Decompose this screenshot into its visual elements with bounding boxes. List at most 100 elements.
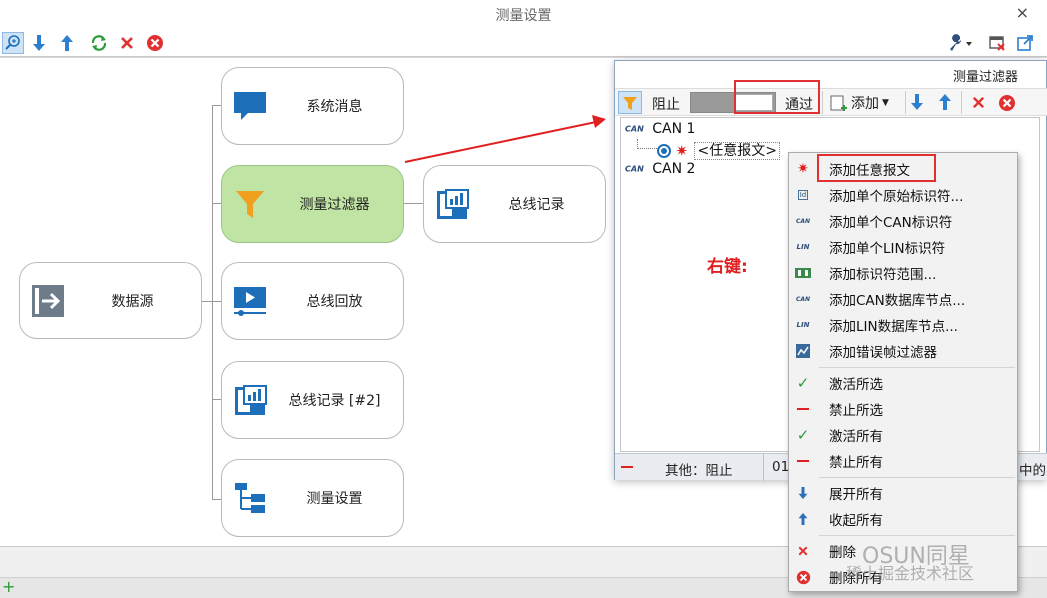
connector-line xyxy=(403,203,424,204)
lin-icon: LIN xyxy=(796,321,810,329)
node-system-messages[interactable]: 系统消息 xyxy=(221,67,404,145)
menu-item-add-error-frame-filter[interactable]: 添加错误帧过滤器 xyxy=(789,339,1017,363)
add-icon[interactable]: + xyxy=(2,579,15,595)
tree-icon xyxy=(232,480,268,516)
add-dropdown-button[interactable]: 添加 ▼ xyxy=(829,92,901,114)
context-menu: ✷ 添加任意报文 Id 添加单个原始标识符... CAN 添加单个CAN标识符 … xyxy=(788,152,1018,592)
node-label: 总线记录 xyxy=(508,197,565,213)
can-icon: CAN xyxy=(625,164,644,174)
bus-logging-icon xyxy=(232,382,268,418)
tree-label: <任意报文> xyxy=(694,142,780,160)
chevron-down-icon: ▼ xyxy=(882,98,889,108)
tree-item-any-message[interactable]: ✷ <任意报文> xyxy=(657,140,780,160)
toolbar-divider xyxy=(822,91,823,114)
status-code: 01 xyxy=(772,459,790,475)
add-item-icon xyxy=(830,95,847,111)
menu-item-add-lin-db-node[interactable]: LIN 添加LIN数据库节点... xyxy=(789,313,1017,337)
main-toolbar xyxy=(0,29,1047,57)
lin-icon: LIN xyxy=(796,243,810,251)
status-text: 其他：阻止 xyxy=(665,463,733,479)
minus-icon xyxy=(793,399,813,419)
node-measurement-filter[interactable]: 测量过滤器 xyxy=(221,165,404,243)
can-icon: CAN xyxy=(625,124,644,134)
node-measurement-setup[interactable]: 测量设置 xyxy=(221,459,404,537)
node-datasource[interactable]: 数据源 xyxy=(19,262,202,339)
node-label: 测量过滤器 xyxy=(299,197,370,213)
move-down-button[interactable] xyxy=(28,32,50,54)
tree-item-can2[interactable]: CAN CAN 2 xyxy=(625,161,695,177)
message-icon xyxy=(232,88,268,124)
refresh-button[interactable] xyxy=(88,32,110,54)
can-icon: CAN xyxy=(795,217,811,225)
filter-icon xyxy=(232,186,268,222)
move-down-button[interactable] xyxy=(909,93,925,115)
tree-item-can1[interactable]: CAN CAN 1 xyxy=(625,121,695,137)
annotation-right-click: 右键: xyxy=(707,257,748,277)
dialog-title: 测量过滤器 xyxy=(952,70,1018,85)
error-frame-icon xyxy=(793,341,813,361)
datasource-icon xyxy=(30,283,66,319)
node-bus-replay[interactable]: 总线回放 xyxy=(221,262,404,340)
move-up-button[interactable] xyxy=(937,93,953,115)
block-label[interactable]: 阻止 xyxy=(652,94,680,114)
menu-item-collapse-all[interactable]: 收起所有 xyxy=(789,507,1017,531)
arrow-down-icon xyxy=(911,94,923,110)
filter-icon[interactable] xyxy=(618,91,642,114)
menu-item-add-can-id[interactable]: CAN 添加单个CAN标识符 xyxy=(789,209,1017,233)
menu-item-add-raw-id[interactable]: Id 添加单个原始标识符... xyxy=(789,183,1017,207)
menu-separator xyxy=(819,477,1015,478)
arrow-down-icon xyxy=(33,35,45,51)
tree-connector xyxy=(637,148,657,149)
window-close-icon[interactable] xyxy=(986,32,1008,54)
wrench-icon xyxy=(950,34,972,51)
window-close-button[interactable]: × xyxy=(1016,3,1029,22)
delete-button[interactable] xyxy=(971,95,986,114)
delete-icon xyxy=(121,37,133,49)
delete-icon xyxy=(972,96,985,109)
menu-item-add-lin-id[interactable]: LIN 添加单个LIN标识符 xyxy=(789,235,1017,259)
menu-item-expand-all[interactable]: 展开所有 xyxy=(789,481,1017,505)
window-titlebar: 测量设置 × xyxy=(0,0,1047,29)
id-icon: Id xyxy=(797,190,809,200)
window-title: 测量设置 xyxy=(495,8,552,24)
toolbar-divider xyxy=(961,91,962,114)
tree-label: CAN 2 xyxy=(652,161,696,177)
highlight-box xyxy=(734,80,820,114)
arrow-up-icon xyxy=(939,94,951,110)
node-label: 测量设置 xyxy=(306,491,363,507)
refresh-icon xyxy=(91,35,107,51)
menu-item-add-can-db-node[interactable]: CAN 添加CAN数据库节点... xyxy=(789,287,1017,311)
menu-item-disable-all[interactable]: 禁止所有 xyxy=(789,449,1017,473)
menu-item-activate-selected[interactable]: ✓ 激活所选 xyxy=(789,371,1017,395)
delete-all-button[interactable] xyxy=(998,94,1016,116)
delete-all-button[interactable] xyxy=(144,32,166,54)
menu-item-activate-all[interactable]: ✓ 激活所有 xyxy=(789,423,1017,447)
dialog-toolbar: 阻止 通过 添加 ▼ xyxy=(615,88,1047,116)
can-icon: CAN xyxy=(795,295,811,303)
bus-logging-icon xyxy=(434,186,470,222)
node-label: 系统消息 xyxy=(306,99,363,115)
delete-all-icon xyxy=(793,567,813,587)
watermark: 稀土掘金技术社区 xyxy=(846,564,975,583)
arrow-up-icon xyxy=(61,35,73,51)
minus-icon xyxy=(793,451,813,471)
radio-icon[interactable] xyxy=(657,144,671,158)
delete-button[interactable] xyxy=(116,32,138,54)
menu-item-disable-selected[interactable]: 禁止所选 xyxy=(789,397,1017,421)
delete-all-icon xyxy=(999,95,1015,111)
move-up-button[interactable] xyxy=(56,32,78,54)
tree-label: CAN 1 xyxy=(652,121,696,137)
check-icon: ✓ xyxy=(796,374,810,392)
zoom-icon[interactable] xyxy=(2,32,24,54)
replay-icon xyxy=(232,283,268,319)
export-icon[interactable] xyxy=(1014,32,1036,54)
settings-dropdown-button[interactable] xyxy=(944,32,976,54)
delete-all-icon xyxy=(147,35,163,51)
check-icon: ✓ xyxy=(796,426,810,444)
node-bus-logging-2[interactable]: 总线记录 [#2] xyxy=(221,361,404,439)
add-label: 添加 xyxy=(851,96,879,112)
menu-item-add-id-range[interactable]: 添加标识符范围... xyxy=(789,261,1017,285)
asterisk-icon: ✷ xyxy=(675,142,689,160)
menu-separator xyxy=(819,367,1015,368)
node-bus-logging[interactable]: 总线记录 xyxy=(423,165,606,243)
